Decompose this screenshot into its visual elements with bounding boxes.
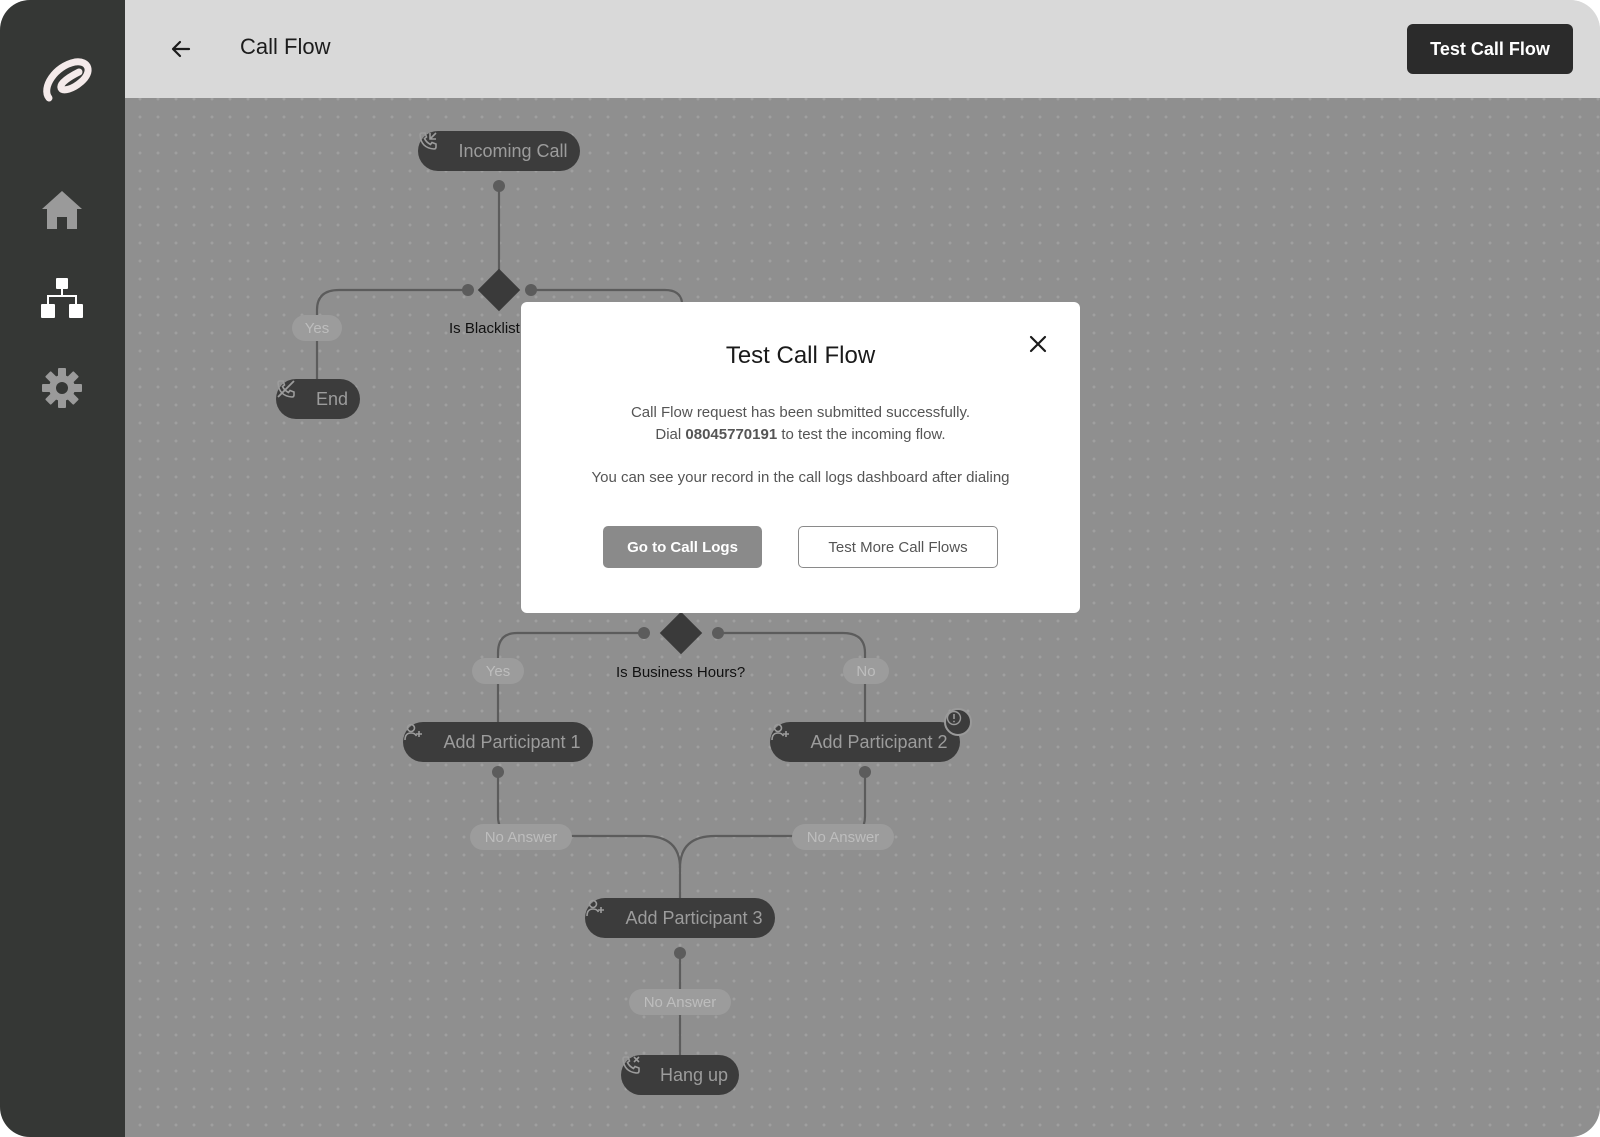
node-end[interactable]: End: [276, 379, 360, 419]
settings-icon[interactable]: [38, 364, 86, 412]
go-to-call-logs-button[interactable]: Go to Call Logs: [603, 526, 762, 568]
connector-dot: [462, 284, 474, 296]
home-icon[interactable]: [38, 186, 86, 234]
connector-dot: [493, 180, 505, 192]
node-hang-up[interactable]: Hang up: [621, 1055, 739, 1095]
page-title: Call Flow: [240, 34, 331, 59]
connector-dot: [859, 766, 871, 778]
phone-hangup-icon: [622, 1056, 652, 1085]
flow-canvas[interactable]: Is Blacklist Is Business Hours? Yes Yes …: [125, 98, 1600, 1137]
connector-dot: [674, 947, 686, 959]
modal-message: Call Flow request has been submitted suc…: [521, 402, 1080, 446]
modal-message-line1: Call Flow request has been submitted suc…: [630, 404, 971, 421]
node-label: Add Participant 1: [443, 731, 581, 752]
node-label: Add Participant 2: [810, 731, 948, 752]
top-bar: Call Flow Test Call Flow: [125, 0, 1600, 98]
call-flow-icon[interactable]: [38, 274, 86, 322]
back-arrow-icon[interactable]: [165, 33, 197, 65]
connector-dot: [525, 284, 537, 296]
test-call-flow-modal: Test Call Flow Call Flow request has bee…: [521, 302, 1080, 613]
modal-title: Test Call Flow: [725, 342, 876, 369]
condition-label-business-hours: Is Business Hours?: [616, 664, 746, 681]
node-add-participant-1[interactable]: Add Participant 1: [403, 722, 593, 762]
node-label: Add Participant 3: [625, 907, 763, 928]
node-add-participant-2[interactable]: Add Participant 2: [770, 722, 960, 762]
phone-off-icon: [277, 380, 308, 409]
branch-tag-no-answer: No Answer: [470, 824, 572, 850]
branch-tag-no: No: [843, 658, 889, 684]
branch-tag-yes: Yes: [292, 315, 342, 341]
node-incoming-call[interactable]: Incoming Call: [418, 131, 580, 171]
branch-tag-yes: Yes: [472, 658, 524, 684]
node-label: Hang up: [659, 1064, 729, 1085]
node-label: Incoming Call: [458, 140, 568, 161]
close-icon[interactable]: [1024, 330, 1052, 358]
modal-message-line2: Dial 08045770191 to test the incoming fl…: [521, 424, 1080, 446]
add-user-icon: [404, 723, 435, 752]
test-call-flow-button[interactable]: Test Call Flow: [1407, 24, 1573, 74]
test-more-call-flows-button[interactable]: Test More Call Flows: [798, 526, 998, 568]
modal-note: You can see your record in the call logs…: [591, 469, 1010, 486]
connector-dot: [638, 627, 650, 639]
connector-dot: [712, 627, 724, 639]
connector-dot: [492, 766, 504, 778]
phone-number: 08045770191: [685, 426, 778, 443]
add-user-icon: [771, 723, 802, 752]
dial-prefix: Dial: [655, 426, 682, 443]
brand-logo: [37, 52, 93, 108]
branch-tag-no-answer: No Answer: [629, 989, 731, 1015]
phone-incoming-icon: [419, 132, 450, 161]
flow-connectors: [315, 186, 867, 1056]
condition-label-blacklist: Is Blacklist: [449, 320, 520, 337]
node-add-participant-3[interactable]: Add Participant 3: [585, 898, 775, 938]
sidebar: [0, 0, 125, 1137]
add-user-icon: [586, 899, 617, 928]
dial-suffix: to test the incoming flow.: [781, 426, 946, 443]
warning-icon[interactable]: [944, 708, 972, 736]
node-label: End: [315, 388, 349, 409]
app-window: Call Flow Test Call Flow Is Blacklist Is…: [0, 0, 1600, 1137]
branch-tag-no-answer: No Answer: [792, 824, 894, 850]
